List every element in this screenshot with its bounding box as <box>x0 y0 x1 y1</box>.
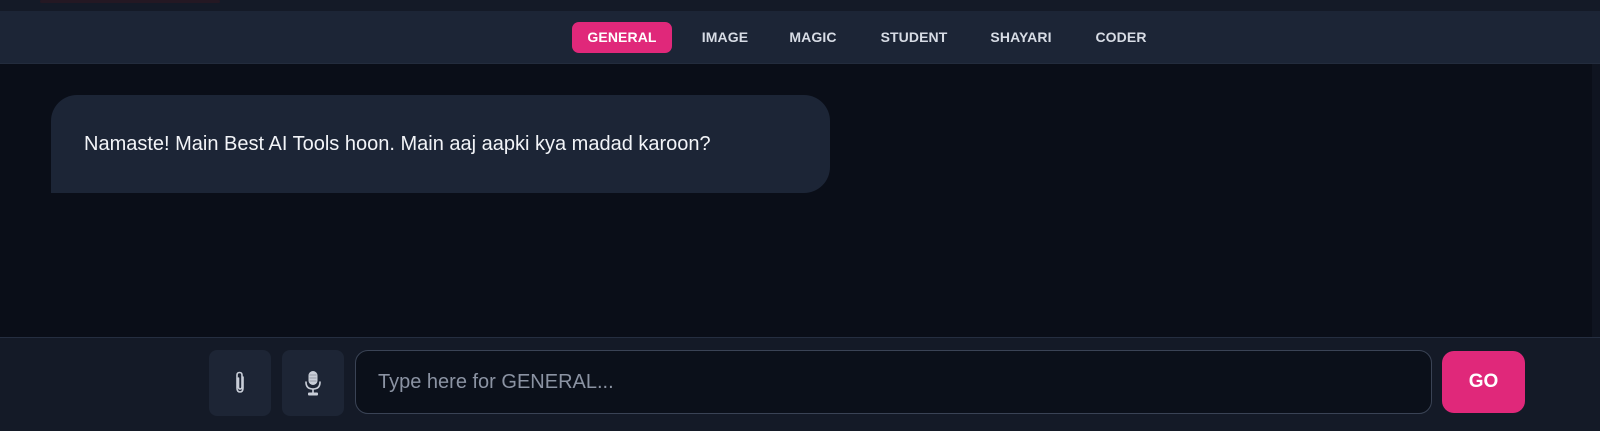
attach-button[interactable] <box>209 350 271 416</box>
assistant-message-bubble: Namaste! Main Best AI Tools hoon. Main a… <box>51 95 830 193</box>
composer-bar: GO <box>0 337 1600 431</box>
tab-general[interactable]: GENERAL <box>572 22 672 53</box>
tab-student[interactable]: STUDENT <box>872 22 956 53</box>
tab-coder[interactable]: CODER <box>1086 22 1156 53</box>
microphone-icon <box>305 371 321 396</box>
paperclip-icon <box>236 371 244 393</box>
top-strip-accent <box>40 0 220 3</box>
message-input[interactable] <box>355 350 1432 414</box>
go-button[interactable]: GO <box>1442 351 1525 413</box>
tab-magic[interactable]: MAGIC <box>778 22 848 53</box>
top-strip <box>0 0 1600 11</box>
microphone-button[interactable] <box>282 350 344 416</box>
chat-area: Namaste! Main Best AI Tools hoon. Main a… <box>0 64 1600 337</box>
mode-tab-bar: GENERAL IMAGE MAGIC STUDENT SHAYARI CODE… <box>0 11 1600 64</box>
tab-image[interactable]: IMAGE <box>686 22 764 53</box>
chat-scrollbar[interactable] <box>1592 64 1600 337</box>
tab-shayari[interactable]: SHAYARI <box>978 22 1064 53</box>
app-window: GENERAL IMAGE MAGIC STUDENT SHAYARI CODE… <box>0 0 1600 431</box>
